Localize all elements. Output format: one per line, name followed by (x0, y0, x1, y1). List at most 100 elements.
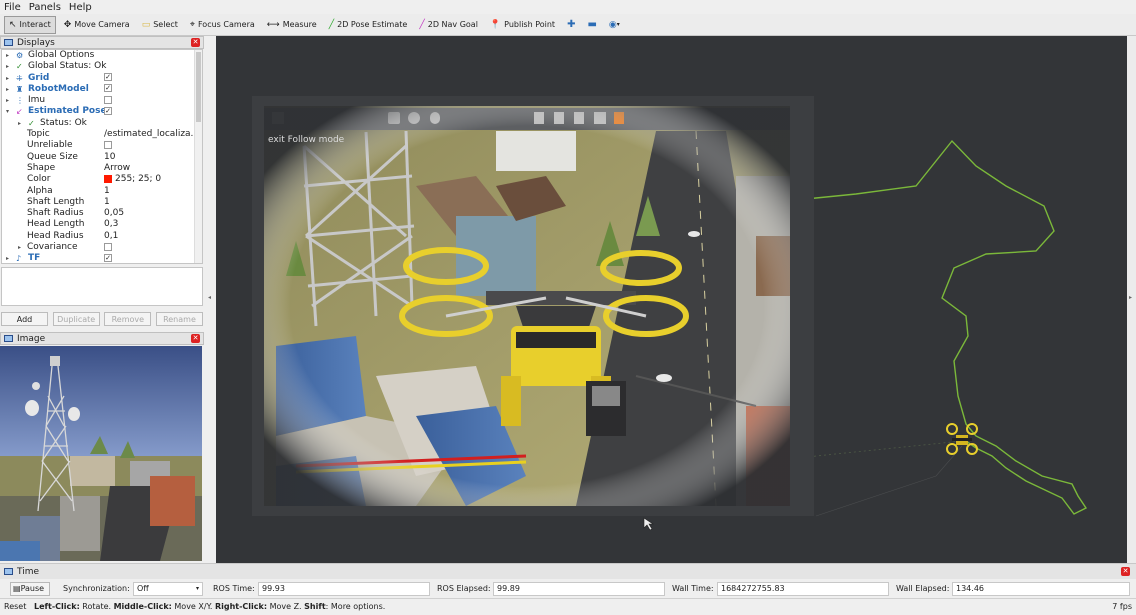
display-tree-row[interactable]: Alpha 1 (2, 186, 202, 197)
display-tree-row[interactable]: ▸ Covariance (2, 242, 202, 253)
display-row-value[interactable]: ✓ (104, 253, 112, 263)
display-row-value[interactable]: 0,3 (104, 219, 118, 230)
menu-bar: File Panels Help (0, 0, 1136, 14)
display-tree-row[interactable]: Head Radius 0,1 (2, 231, 202, 242)
value-text: 1 (104, 196, 110, 207)
display-tree-row[interactable]: ▸ ⁜ Grid ✓ (2, 73, 202, 84)
remove-button[interactable]: Remove (104, 312, 152, 326)
tool-select[interactable]: ▭ Select (138, 16, 182, 34)
display-row-value[interactable] (104, 95, 112, 106)
tool-2d-pose-estimate[interactable]: ╱ 2D Pose Estimate (325, 16, 412, 34)
add-button[interactable]: Add (1, 312, 48, 326)
tool-focus-camera[interactable]: ⌖ Focus Camera (186, 16, 259, 34)
menu-help[interactable]: Help (69, 2, 92, 13)
pause-button[interactable]: ▤Pause (10, 582, 50, 596)
display-row-value[interactable]: ✓ (104, 106, 112, 117)
enable-checkbox[interactable] (104, 242, 112, 251)
scrollbar-thumb[interactable] (196, 52, 201, 122)
menu-panels[interactable]: Panels (29, 2, 61, 13)
collapse-left-icon[interactable]: ◂ (208, 294, 211, 301)
close-icon[interactable]: ✕ (191, 334, 200, 343)
collapsed-arrow-icon[interactable]: ▸ (18, 242, 21, 253)
collapsed-arrow-icon[interactable]: ▸ (6, 50, 9, 61)
remove-tool-button[interactable]: ▬ (583, 16, 600, 34)
display-tree-row[interactable]: ▸ ♪ TF ✓ (2, 253, 202, 263)
tool-move-camera[interactable]: ✥ Move Camera (60, 16, 134, 34)
3d-viewport[interactable]: exit Follow mode (216, 36, 1127, 563)
display-tree-row[interactable]: Shape Arrow (2, 163, 202, 174)
value-text: 0,3 (104, 219, 119, 230)
display-type-icon: ⁜ (16, 73, 23, 83)
collapsed-arrow-icon[interactable]: ▸ (6, 61, 9, 72)
focus-camera-icon: ⌖ (189, 19, 195, 30)
tool-measure[interactable]: ⟷ Measure (263, 16, 321, 34)
right-splitter[interactable]: ▸ (1127, 36, 1136, 563)
collapsed-arrow-icon[interactable]: ▸ (6, 253, 9, 263)
display-row-value[interactable]: /estimated_localiza... (104, 129, 199, 140)
eye-icon: ◉ (608, 19, 617, 30)
display-tree-row[interactable]: Color 255; 25; 0 (2, 174, 202, 185)
add-tool-button[interactable]: ✚ (563, 16, 579, 34)
enable-checkbox[interactable]: ✓ (104, 73, 112, 82)
display-row-value[interactable]: ✓ (104, 73, 112, 84)
trajectory-path (785, 139, 1088, 515)
value-text: 1 (104, 185, 110, 196)
collapse-right-icon[interactable]: ▸ (1129, 294, 1132, 301)
reset-button[interactable]: Reset (4, 599, 26, 615)
display-tree-row[interactable]: Queue Size 10 (2, 152, 202, 163)
view-options-button[interactable]: ◉ ▾ (605, 16, 624, 34)
display-row-value[interactable]: 255; 25; 0 (104, 174, 161, 185)
duplicate-button[interactable]: Duplicate (52, 312, 100, 326)
tool-interact[interactable]: ↖ Interact (4, 15, 56, 34)
enable-checkbox[interactable] (104, 140, 112, 149)
display-tree-row[interactable]: ▸ ⚙ Global Options (2, 50, 202, 61)
enable-checkbox[interactable]: ✓ (104, 106, 112, 115)
display-tree-row[interactable]: ▸ ✓ Global Status: Ok (2, 61, 202, 72)
tree-scrollbar[interactable] (194, 50, 202, 263)
measure-icon: ⟷ (266, 19, 280, 30)
tool-publish-point[interactable]: 📍 Publish Point (486, 16, 559, 34)
enable-checkbox[interactable] (104, 95, 112, 104)
publish-point-icon: 📍 (489, 19, 502, 30)
close-icon[interactable]: ✕ (1121, 567, 1130, 576)
enable-checkbox[interactable]: ✓ (104, 84, 112, 93)
display-tree-row[interactable]: ▸ ⋮ Imu (2, 95, 202, 106)
display-row-value[interactable]: 0,05 (104, 208, 124, 219)
expanded-arrow-icon[interactable]: ▾ (6, 106, 9, 117)
display-row-label: Topic (27, 129, 50, 140)
dock-splitter[interactable]: ◂ (204, 36, 216, 563)
display-tree-row[interactable]: Shaft Radius 0,05 (2, 208, 202, 219)
collapsed-arrow-icon[interactable]: ▸ (6, 95, 9, 106)
display-tree-row[interactable]: Unreliable (2, 140, 202, 151)
display-row-value[interactable]: 0,1 (104, 231, 118, 242)
rename-button[interactable]: Rename (155, 312, 203, 326)
display-row-value[interactable]: ✓ (104, 84, 112, 95)
sync-select[interactable]: Off ▾ (133, 582, 203, 596)
collapsed-arrow-icon[interactable]: ▸ (18, 118, 21, 129)
menu-file[interactable]: File (4, 2, 21, 13)
display-row-value[interactable] (104, 140, 112, 151)
display-row-value[interactable] (104, 242, 112, 253)
display-row-value[interactable]: Arrow (104, 163, 130, 174)
overlay-hint: exit Follow mode (268, 135, 345, 145)
display-tree-row[interactable]: ▸ ♜ RobotModel ✓ (2, 84, 202, 95)
tree-rows: ▸ ⚙ Global Options ▸ ✓ Global Status: Ok ▸ ⁜ Gri… (2, 50, 202, 263)
displays-tree[interactable]: ▸ ⚙ Global Options ▸ ✓ Global Status: Ok ▸ ⁜ Gri… (1, 49, 203, 264)
display-row-value[interactable]: 10 (104, 152, 115, 163)
display-row-value[interactable]: 1 (104, 186, 110, 197)
enable-checkbox[interactable]: ✓ (104, 253, 112, 262)
display-tree-row[interactable]: ▸ ✓ Status: Ok (2, 118, 202, 129)
move-camera-icon: ✥ (63, 19, 72, 30)
value-text: Arrow (104, 162, 131, 173)
display-tree-row[interactable]: Topic/estimated_localiza... (2, 129, 202, 140)
collapsed-arrow-icon[interactable]: ▸ (6, 73, 9, 84)
close-icon[interactable]: ✕ (191, 38, 200, 47)
display-row-label: Color (27, 174, 51, 185)
display-type-icon: ⋮ (16, 96, 24, 106)
display-tree-row[interactable]: ▾ ↙ Estimated Pose ✓ (2, 106, 202, 117)
collapsed-arrow-icon[interactable]: ▸ (6, 84, 9, 95)
tool-2d-nav-goal[interactable]: ╱ 2D Nav Goal (415, 16, 482, 34)
display-tree-row[interactable]: Head Length 0,3 (2, 219, 202, 230)
display-tree-row[interactable]: Shaft Length 1 (2, 197, 202, 208)
display-row-value[interactable]: 1 (104, 197, 110, 208)
